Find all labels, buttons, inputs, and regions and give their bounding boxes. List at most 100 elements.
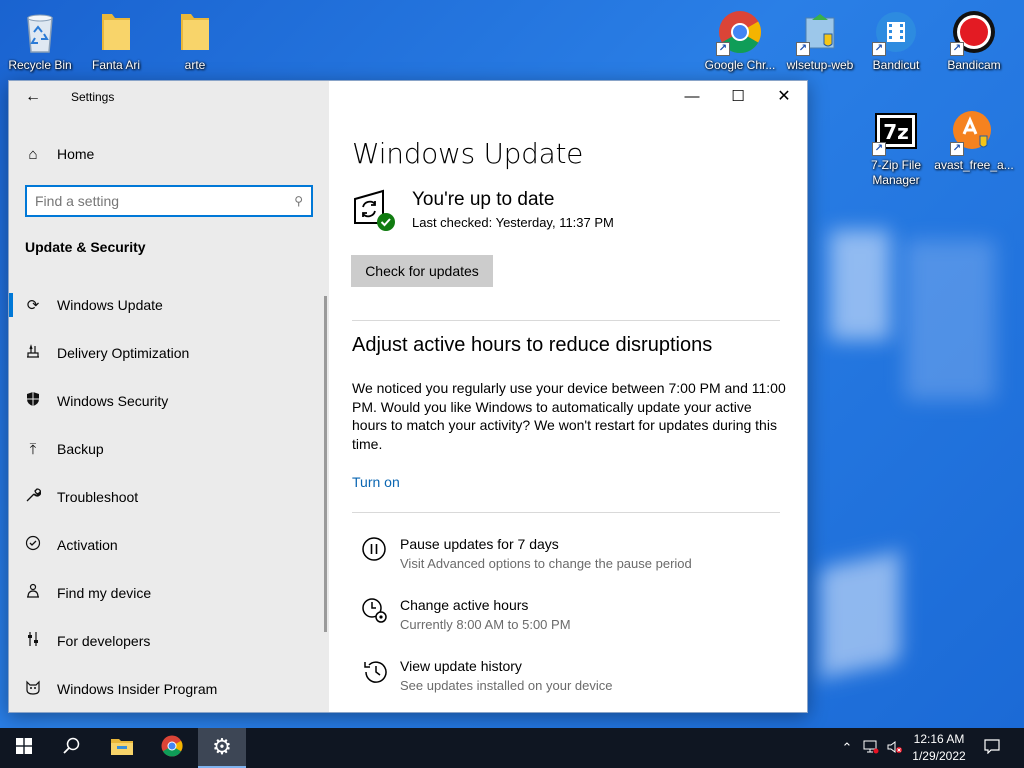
shield-icon <box>9 391 57 411</box>
sidebar-item-windows-insider[interactable]: Windows Insider Program <box>9 665 329 712</box>
sidebar-item-label: Windows Insider Program <box>57 681 218 697</box>
bandicut-icon: ↗ <box>872 8 920 56</box>
divider <box>352 512 780 513</box>
desktop-icon-label: Bandicut <box>872 58 920 72</box>
close-button[interactable]: ✕ <box>761 81 807 113</box>
chrome-icon: ↗ <box>716 8 764 56</box>
sync-icon: ⟳ <box>26 297 40 314</box>
gear-icon: ⚙ <box>212 734 232 759</box>
maximize-button[interactable]: ☐ <box>715 81 761 113</box>
search-icon[interactable]: ⚲ <box>294 194 303 208</box>
sidebar-item-label: Delivery Optimization <box>57 345 190 361</box>
desktop-icon-fanta-ari[interactable]: Fanta Ari <box>76 8 156 73</box>
chrome-taskbar-button[interactable] <box>148 728 196 768</box>
desktop-icon-wlsetup-web[interactable]: ↗ wlsetup-web <box>780 8 860 73</box>
page-title: Windows Update <box>352 137 584 170</box>
sidebar-scrollbar[interactable] <box>324 296 327 632</box>
desktop-icon-bandicut[interactable]: ↗ Bandicut <box>856 8 936 73</box>
search-input[interactable] <box>35 193 295 209</box>
option-pause-updates[interactable]: Pause updates for 7 days Visit Advanced … <box>361 536 781 584</box>
turn-on-link[interactable]: Turn on <box>352 474 400 490</box>
desktop-icon-label: Google Chr... <box>704 58 776 72</box>
notification-icon <box>984 739 1000 757</box>
home-label: Home <box>57 146 95 162</box>
show-hidden-icons-button[interactable]: ⌃ <box>838 728 856 768</box>
main-content: — ☐ ✕ Windows Update You're up to date L… <box>329 81 807 712</box>
bandicam-icon: ↗ <box>950 8 998 56</box>
sidebar-item-backup[interactable]: ⤒ Backup <box>9 425 329 473</box>
settings-window: ← Settings ⌂ Home ⚲ Update & Security ⟳ … <box>8 80 808 713</box>
pause-icon <box>361 536 389 564</box>
option-subtitle: See updates installed on your device <box>400 678 613 693</box>
settings-sidebar: ← Settings ⌂ Home ⚲ Update & Security ⟳ … <box>9 81 329 712</box>
sidebar-item-activation[interactable]: Activation <box>9 521 329 569</box>
sidebar-item-label: For developers <box>57 633 151 649</box>
option-title: View update history <box>400 658 522 674</box>
sidebar-item-windows-security[interactable]: Windows Security <box>9 377 329 425</box>
windows-logo-icon <box>16 737 32 759</box>
sidebar-nav: ⟳ Windows Update Delivery Optimization W… <box>9 281 329 712</box>
home-icon: ⌂ <box>28 145 38 163</box>
check-circle-icon <box>9 535 57 555</box>
settings-taskbar-button[interactable]: ⚙ <box>198 728 246 768</box>
desktop-icon-bandicam[interactable]: ↗ Bandicam <box>934 8 1014 73</box>
sidebar-item-label: Find my device <box>57 585 152 601</box>
desktop-icon-recycle-bin[interactable]: Recycle Bin <box>0 8 80 73</box>
sidebar-item-windows-update[interactable]: ⟳ Windows Update <box>9 281 329 329</box>
volume-muted-icon <box>887 740 903 757</box>
avast-icon: ↗ <box>950 108 998 156</box>
home-nav-item[interactable]: ⌂ Home <box>9 139 329 169</box>
minimize-icon: — <box>684 88 700 105</box>
backup-arrow-icon: ⤒ <box>29 440 37 458</box>
close-icon: ✕ <box>777 88 791 105</box>
action-center-button[interactable] <box>978 728 1006 768</box>
sidebar-item-find-my-device[interactable]: Find my device <box>9 569 329 617</box>
search-icon <box>63 737 81 760</box>
sidebar-item-label: Backup <box>57 441 104 457</box>
desktop-icon-label: Bandicam <box>947 58 1001 72</box>
desktop-icon-7zip[interactable]: 7z ↗ 7-Zip File Manager <box>856 108 936 188</box>
divider <box>352 320 780 321</box>
clock-settings-icon <box>361 597 389 625</box>
chevron-up-icon: ⌃ <box>841 740 853 755</box>
sidebar-item-label: Troubleshoot <box>57 489 139 505</box>
taskbar: ⚙ ⌃ 12:16 AM 1/29/2022 <box>0 728 1024 768</box>
desktop-icon-label: wlsetup-web <box>786 58 854 72</box>
back-button[interactable]: ← <box>23 88 43 106</box>
back-arrow-icon: ← <box>25 88 41 105</box>
network-tray-button[interactable] <box>860 728 882 768</box>
option-view-update-history[interactable]: View update history See updates installe… <box>361 658 781 706</box>
folder-icon <box>92 8 140 56</box>
svg-text:7z: 7z <box>883 120 909 144</box>
sidebar-item-troubleshoot[interactable]: Troubleshoot <box>9 473 329 521</box>
check-for-updates-button[interactable]: Check for updates <box>351 255 493 287</box>
sliders-icon <box>9 631 57 651</box>
wrench-icon <box>9 487 57 507</box>
minimize-button[interactable]: — <box>669 81 715 113</box>
delivery-icon <box>9 343 57 363</box>
desktop-icon-label: Fanta Ari <box>91 58 141 72</box>
file-explorer-icon <box>110 736 134 761</box>
sidebar-item-for-developers[interactable]: For developers <box>9 617 329 665</box>
window-title: Settings <box>71 90 115 104</box>
desktop-icon-label: avast_free_a... <box>934 158 1014 172</box>
desktop-icon-label: 7-Zip File Manager <box>870 158 921 187</box>
desktop-icon-arte[interactable]: arte <box>155 8 235 73</box>
installer-icon: ↗ <box>796 8 844 56</box>
file-explorer-taskbar-button[interactable] <box>98 728 146 768</box>
volume-tray-button[interactable] <box>884 728 906 768</box>
section-title: Update & Security <box>25 239 146 255</box>
7zip-icon: 7z ↗ <box>872 108 920 156</box>
option-change-active-hours[interactable]: Change active hours Currently 8:00 AM to… <box>361 597 781 645</box>
system-clock[interactable]: 12:16 AM 1/29/2022 <box>906 731 972 765</box>
start-button[interactable] <box>0 728 48 768</box>
status-title: You're up to date <box>412 189 555 210</box>
desktop-icon-google-chrome[interactable]: ↗ Google Chr... <box>700 8 780 73</box>
desktop-icon-avast[interactable]: ↗ avast_free_a... <box>934 108 1014 173</box>
active-hours-description: We noticed you regularly use your device… <box>352 380 786 452</box>
search-taskbar-button[interactable] <box>48 728 96 768</box>
status-subtitle: Last checked: Yesterday, 11:37 PM <box>412 215 614 230</box>
desktop-icon-label: arte <box>184 58 206 72</box>
sidebar-item-delivery-optimization[interactable]: Delivery Optimization <box>9 329 329 377</box>
desktop-icon-label: Recycle Bin <box>8 58 72 72</box>
